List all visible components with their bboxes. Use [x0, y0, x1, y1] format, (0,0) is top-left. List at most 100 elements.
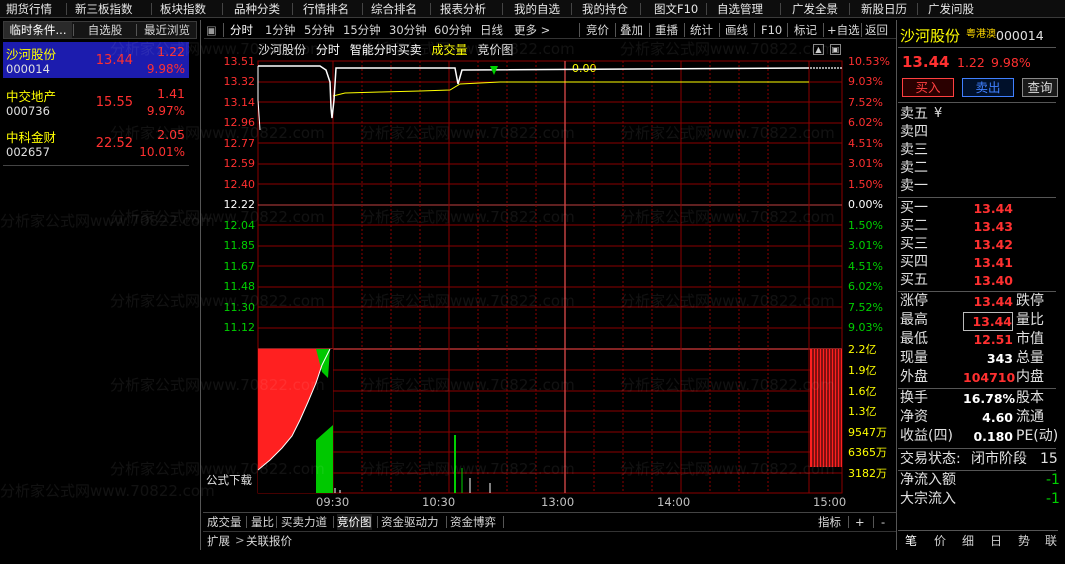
panel-divider: [898, 291, 1056, 292]
tab-linked[interactable]: 联: [1045, 532, 1057, 549]
sell-button[interactable]: 卖出: [962, 78, 1014, 97]
chart-frame: [257, 60, 843, 494]
price-tick: 12.77: [223, 137, 256, 150]
price-tick: 12.96: [223, 116, 256, 129]
indicator-tab-bar: 成交量 量比 买卖力道 竞价图 资金驱动力 资金博弈 指标 + -: [203, 512, 897, 530]
stat-value: 4.60: [982, 410, 1013, 425]
buy-button[interactable]: 买入: [902, 78, 954, 97]
stat-value: 104710: [963, 370, 1016, 385]
tab-separator: [246, 516, 247, 528]
time-tick: 13:00: [541, 495, 575, 509]
formula-download-button[interactable]: 公式下载: [206, 472, 252, 488]
stat-label-right: 量比: [1016, 312, 1044, 328]
sell-level-label: 卖二: [900, 160, 928, 176]
price-tick: 13.51: [223, 55, 256, 68]
tab-tick[interactable]: 笔: [905, 532, 917, 549]
pct-tick: 4.51%: [848, 137, 883, 150]
stat-label-right: PE(动): [1016, 428, 1059, 444]
stat-value: 13.44: [963, 312, 1013, 331]
zoom-in-button[interactable]: +: [855, 514, 865, 530]
buy-level-label: 买二: [900, 218, 928, 234]
tab-separator: [873, 516, 874, 528]
price-tick: 12.22: [223, 198, 256, 211]
trade-status-value: 闭市阶段: [971, 451, 1027, 467]
tab-trend[interactable]: 势: [1018, 532, 1030, 549]
price-tick: 11.30: [223, 301, 256, 314]
extension-bar: 扩展 > 关联报价: [203, 531, 897, 548]
stat-label-right: 总量: [1016, 350, 1044, 366]
price-tick: 13.14: [223, 96, 256, 109]
tab-separator: [333, 516, 334, 528]
price-tick: 13.32: [223, 75, 256, 88]
stat-value: 13.44: [973, 294, 1013, 309]
stat-label-right: 流通: [1016, 409, 1044, 425]
price-lines: [257, 65, 842, 131]
tab-detail[interactable]: 细: [962, 532, 974, 549]
closing-auction-area: [810, 349, 842, 467]
quote-tag: 粤港澳: [966, 29, 996, 40]
stat-value: 0.180: [973, 429, 1013, 444]
volume-bars: [334, 435, 491, 493]
tab-separator: [446, 516, 447, 528]
stat-label-right: 跌停: [1016, 293, 1044, 309]
pct-tick: 6.02%: [848, 280, 883, 293]
pct-tick: 1.50%: [848, 219, 883, 232]
volume-tick: 1.3亿: [848, 405, 877, 418]
extension-button[interactable]: 扩展: [207, 533, 230, 549]
net-inflow-value: -1: [1046, 472, 1060, 488]
tab-fund-game[interactable]: 资金博弈: [450, 514, 496, 530]
trade-status-label: 交易状态:: [900, 451, 961, 467]
volume-tick: 6365万: [848, 446, 887, 459]
tab-fund-drive[interactable]: 资金驱动力: [381, 514, 439, 530]
extension-arrow-icon[interactable]: >: [235, 533, 245, 547]
related-quote-button[interactable]: 关联报价: [246, 533, 292, 549]
tab-price[interactable]: 价: [934, 532, 946, 549]
pct-tick: 3.01%: [848, 239, 883, 252]
buy-level-label: 买五: [900, 272, 928, 288]
stat-value: 12.51: [973, 332, 1013, 347]
detail-tab-bar: 笔 价 细 日 势 联: [898, 530, 1058, 548]
price-tick: 12.04: [223, 219, 256, 232]
pct-tick: 0.00%: [848, 198, 883, 211]
stat-label-right: 内盘: [1016, 369, 1044, 385]
stat-label: 最低: [900, 331, 928, 347]
tab-day[interactable]: 日: [990, 532, 1002, 549]
panel-divider: [898, 388, 1056, 389]
price-tick: 11.12: [223, 321, 256, 334]
tab-auction-chart[interactable]: 竞价图: [337, 514, 372, 530]
pct-tick: 3.01%: [848, 157, 883, 170]
pct-tick: 1.50%: [848, 178, 883, 191]
buy-level-label: 买一: [900, 200, 928, 216]
buy-level-label: 买四: [900, 254, 928, 270]
auction-volume-area: [257, 348, 333, 493]
tab-separator: [276, 516, 277, 528]
stat-label-right: 股本: [1016, 390, 1044, 406]
panel-divider: [898, 470, 1056, 471]
buy-level-value: 13.40: [973, 273, 1013, 288]
right-panel-divider[interactable]: [896, 20, 897, 550]
tab-buy-sell-force[interactable]: 买卖力道: [281, 514, 327, 530]
quote-price: 13.44: [902, 53, 950, 71]
stat-label: 现量: [900, 350, 928, 366]
indicator-button[interactable]: 指标: [818, 514, 841, 530]
stat-label: 净资: [900, 409, 928, 425]
time-tick: 15:00: [813, 495, 847, 509]
quote-stock-name: 沙河股份: [900, 27, 961, 45]
tab-volume-ratio[interactable]: 量比: [251, 514, 274, 530]
buy-level-label: 买三: [900, 236, 928, 252]
quote-stock-code: 000014: [996, 28, 1044, 43]
panel-divider: [898, 197, 1056, 198]
tab-separator: [377, 516, 378, 528]
pct-tick: 4.51%: [848, 260, 883, 273]
volume-tick: 1.6亿: [848, 385, 877, 398]
stat-label: 换手: [900, 390, 928, 406]
price-tick: 11.85: [223, 239, 256, 252]
price-tick: 12.40: [223, 178, 256, 191]
zoom-out-button[interactable]: -: [881, 514, 885, 530]
pct-tick: 6.02%: [848, 116, 883, 129]
time-tick: 09:30: [316, 495, 350, 509]
pct-tick: 7.52%: [848, 96, 883, 109]
query-button[interactable]: 查询: [1022, 78, 1058, 97]
panel-divider: [898, 102, 1056, 103]
tab-volume[interactable]: 成交量: [207, 514, 242, 530]
